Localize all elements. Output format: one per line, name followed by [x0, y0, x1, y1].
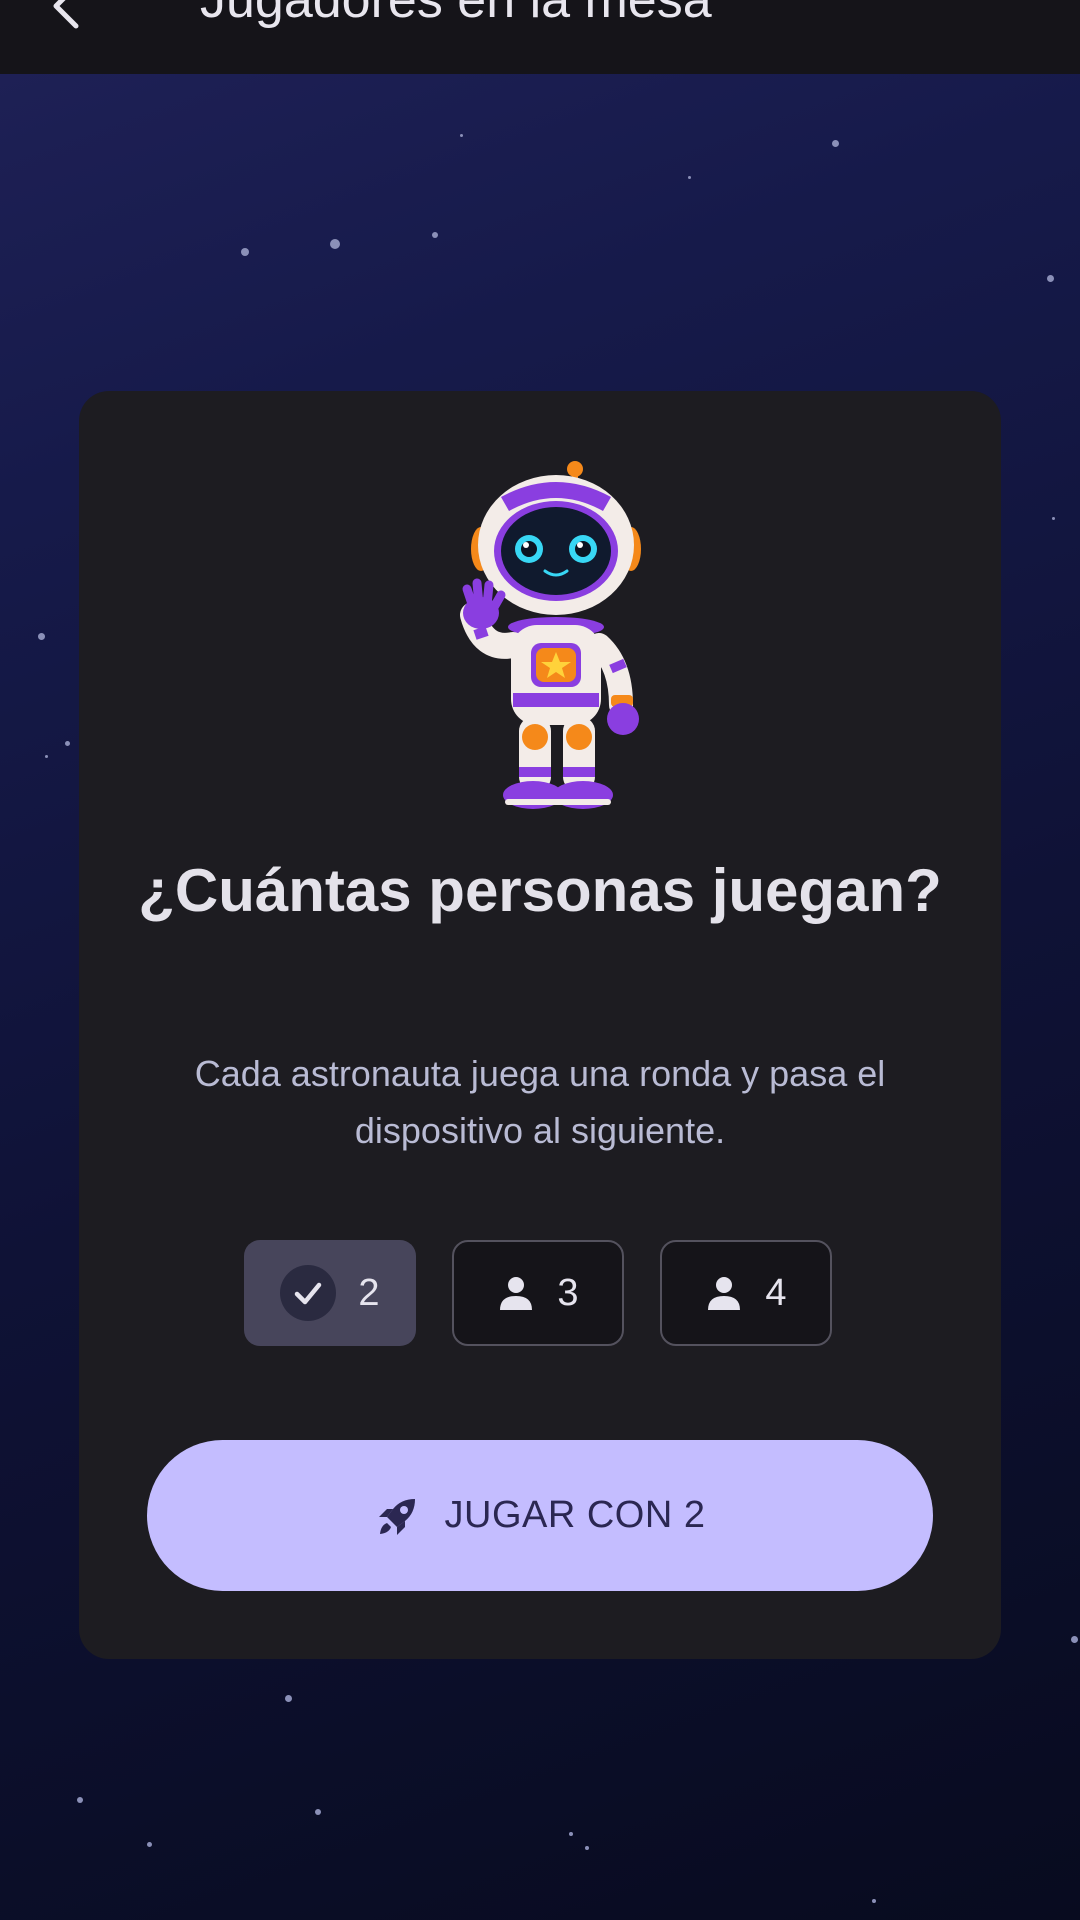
- star: [1052, 517, 1055, 520]
- star: [285, 1695, 292, 1702]
- star: [147, 1842, 152, 1847]
- star: [688, 176, 691, 179]
- player-count-selector: 2 3 4: [244, 1240, 836, 1346]
- star: [460, 134, 463, 137]
- page-title: Jugadores en la mesa: [200, 0, 712, 29]
- player-option-label: 3: [557, 1271, 579, 1314]
- star: [330, 239, 340, 249]
- arrow-back-icon: [53, 0, 79, 29]
- app-bar: Jugadores en la mesa: [0, 0, 1080, 74]
- star: [432, 232, 438, 238]
- star: [77, 1797, 83, 1803]
- question-subtitle: Cada astronauta juega una ronda y pasa e…: [194, 1053, 886, 1151]
- star: [1071, 1636, 1078, 1643]
- star: [45, 755, 48, 758]
- player-option-3[interactable]: 3: [452, 1240, 624, 1346]
- question-title: ¿Cuántas personas juegan?: [138, 857, 942, 924]
- check-icon: [280, 1265, 337, 1321]
- play-button-label: JUGAR CON 2: [444, 1494, 706, 1536]
- star: [872, 1899, 876, 1903]
- player-option-label: 2: [358, 1271, 380, 1314]
- star: [38, 633, 45, 640]
- star: [241, 248, 249, 256]
- player-option-4[interactable]: 4: [660, 1240, 832, 1346]
- rocket-icon: [378, 1498, 415, 1535]
- star: [65, 741, 70, 746]
- star: [1047, 275, 1054, 282]
- star: [315, 1809, 321, 1815]
- astronaut-mascot: [460, 461, 641, 809]
- player-option-2[interactable]: 2: [244, 1240, 416, 1346]
- star: [569, 1832, 573, 1836]
- player-option-label: 4: [765, 1271, 787, 1314]
- play-button[interactable]: JUGAR CON 2: [147, 1440, 933, 1591]
- person-icon: [500, 1277, 533, 1310]
- star: [585, 1846, 589, 1850]
- person-icon: [708, 1277, 741, 1310]
- back-button[interactable]: [40, 0, 96, 34]
- star: [832, 140, 839, 147]
